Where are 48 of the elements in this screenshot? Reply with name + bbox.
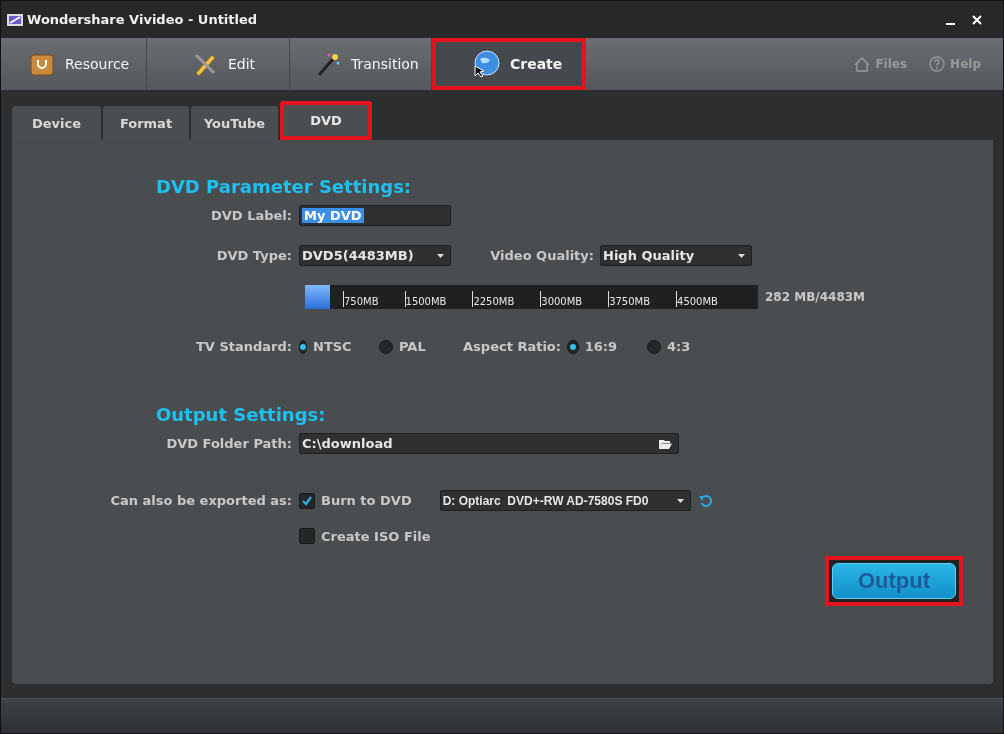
caret-icon xyxy=(738,253,745,258)
capacity-tick-label: 750MB xyxy=(343,291,379,307)
capacity-tick-label: 3750MB xyxy=(608,291,651,307)
dvd-type-dropdown[interactable]: DVD5(4483MB) xyxy=(299,245,451,266)
section-heading: DVD Parameter Settings: xyxy=(156,176,413,197)
field-label: TV Standard: xyxy=(194,339,293,354)
field-label: DVD Folder Path: xyxy=(165,436,293,451)
field-label: Video Quality: xyxy=(489,248,595,263)
checkbox-option[interactable]: Create ISO File xyxy=(299,528,431,544)
capacity-tick-label: 1500MB xyxy=(404,291,447,307)
help-icon xyxy=(929,56,946,72)
globe-icon xyxy=(472,50,500,78)
sub-tab[interactable]: Device xyxy=(12,106,101,140)
field-label: DVD Label: xyxy=(210,208,293,223)
field-label: DVD Type: xyxy=(215,248,293,263)
folder-path-input[interactable]: C:\download xyxy=(299,433,679,454)
main-tab[interactable]: Edit xyxy=(147,38,290,90)
radio-option[interactable]: 4:3 xyxy=(647,339,697,354)
capacity-tick-label: 3000MB xyxy=(540,291,583,307)
capacity-reading: 282 MB/4483M xyxy=(765,290,866,304)
close-icon[interactable] xyxy=(971,13,983,26)
bag-icon xyxy=(29,51,55,77)
capacity-tick-label: 2250MB xyxy=(472,291,515,307)
radio-option[interactable]: NTSC xyxy=(299,339,349,354)
pencil-icon xyxy=(192,51,218,77)
sub-tab[interactable]: Format xyxy=(103,106,189,140)
drive-dropdown[interactable]: D: Optiarc DVD+-RW AD-7580S FD0 xyxy=(439,490,691,511)
main-tab[interactable]: Create xyxy=(432,38,586,90)
video-quality-dropdown[interactable]: High Quality xyxy=(600,245,752,266)
sub-tab[interactable]: DVD xyxy=(280,101,372,140)
home-icon xyxy=(854,56,871,72)
caret-icon xyxy=(676,498,684,503)
label-input[interactable]: My DVD xyxy=(299,205,451,226)
field-label: Aspect Ratio: xyxy=(462,339,562,354)
capacity-tick-label: 4500MB xyxy=(676,291,718,307)
field-label: Can also be exported as: xyxy=(109,493,293,508)
refresh-icon[interactable] xyxy=(698,493,713,508)
wand-icon xyxy=(315,51,341,77)
window-title: Wondershare Vivideo - Untitled xyxy=(27,12,258,27)
checkbox-option[interactable]: Burn to DVD xyxy=(299,492,412,509)
section-heading: Output Settings: xyxy=(156,404,327,425)
radio-option[interactable]: PAL xyxy=(379,339,429,354)
sub-tab[interactable]: YouTube xyxy=(191,106,278,140)
radio-option[interactable]: 16:9 xyxy=(567,339,617,354)
film-icon xyxy=(7,12,23,27)
caret-icon xyxy=(437,253,444,258)
main-tab[interactable]: Resource xyxy=(1,38,147,90)
folder-icon[interactable] xyxy=(659,438,672,449)
